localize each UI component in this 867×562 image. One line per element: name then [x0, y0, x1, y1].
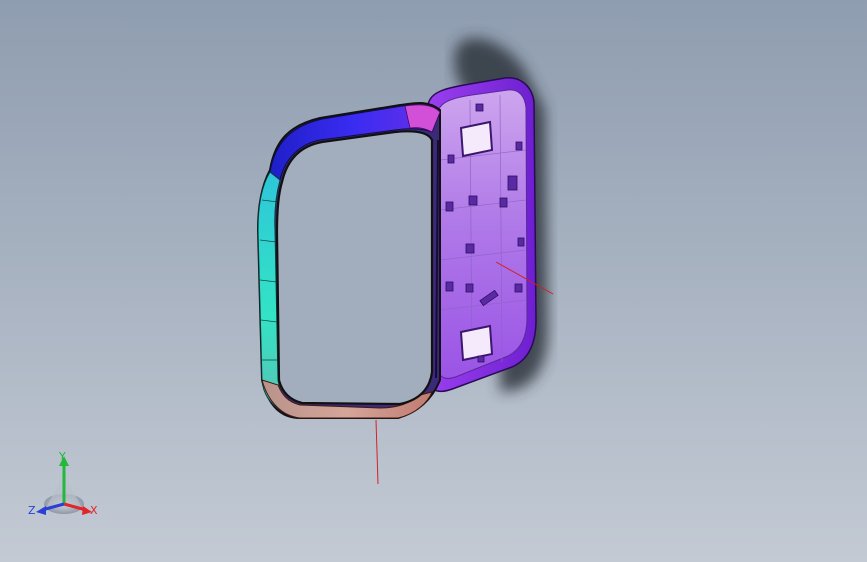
annotation-line-bottom — [375, 419, 379, 485]
panel-window-top — [459, 120, 494, 158]
view-orientation-triad: Y X Z — [22, 446, 106, 526]
z-axis-arrow-icon — [36, 506, 46, 515]
x-axis-label: X — [90, 504, 98, 517]
y-axis-label: Y — [59, 450, 66, 463]
frame-opening — [275, 130, 434, 406]
graphics-viewport[interactable]: Y X Z — [0, 0, 867, 562]
cad-scene[interactable] — [0, 0, 867, 562]
panel-window-bottom — [459, 324, 494, 362]
z-axis-label: Z — [28, 504, 36, 517]
